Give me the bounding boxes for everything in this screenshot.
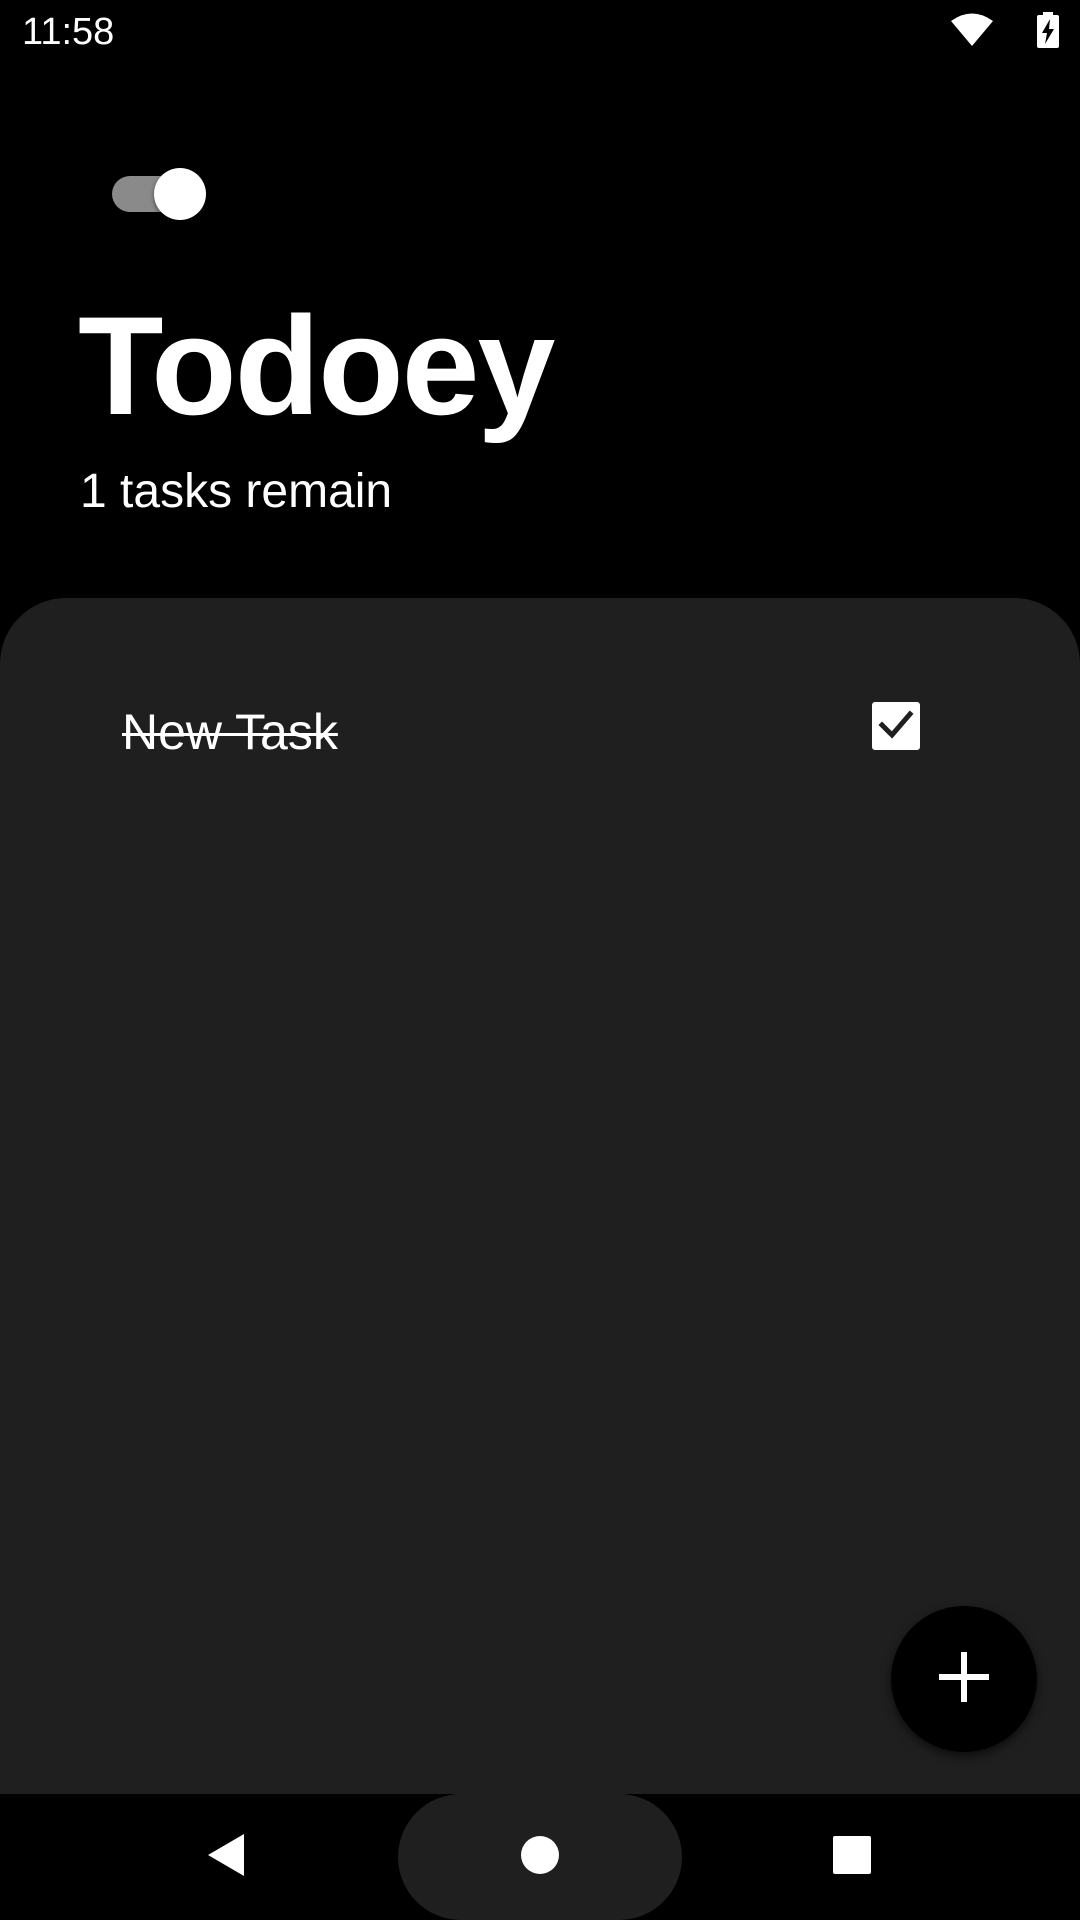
task-checkbox[interactable] <box>872 702 920 750</box>
back-icon <box>204 1832 248 1883</box>
wifi-icon <box>950 12 994 48</box>
app-title: Todoey <box>78 287 555 444</box>
status-bar: 11:58 <box>0 0 1080 64</box>
checkmark-icon <box>877 705 915 748</box>
task-count: 1 tasks remain <box>80 465 393 518</box>
system-nav-bar <box>0 1794 1080 1920</box>
recents-icon <box>832 1835 872 1880</box>
theme-toggle-switch[interactable] <box>112 166 208 222</box>
back-button[interactable] <box>190 1794 262 1920</box>
battery-charging-icon <box>1036 12 1060 48</box>
home-icon <box>520 1835 560 1880</box>
plus-icon <box>936 1649 992 1710</box>
home-button[interactable] <box>504 1794 576 1920</box>
status-time: 11:58 <box>22 11 115 53</box>
task-list-panel: New Task <box>0 598 1080 1794</box>
status-icons <box>950 12 1060 48</box>
task-row[interactable]: New Task <box>0 688 1080 776</box>
toggle-thumb <box>154 168 206 220</box>
recents-button[interactable] <box>816 1794 888 1920</box>
task-title: New Task <box>122 704 338 760</box>
add-task-button[interactable] <box>891 1606 1037 1752</box>
